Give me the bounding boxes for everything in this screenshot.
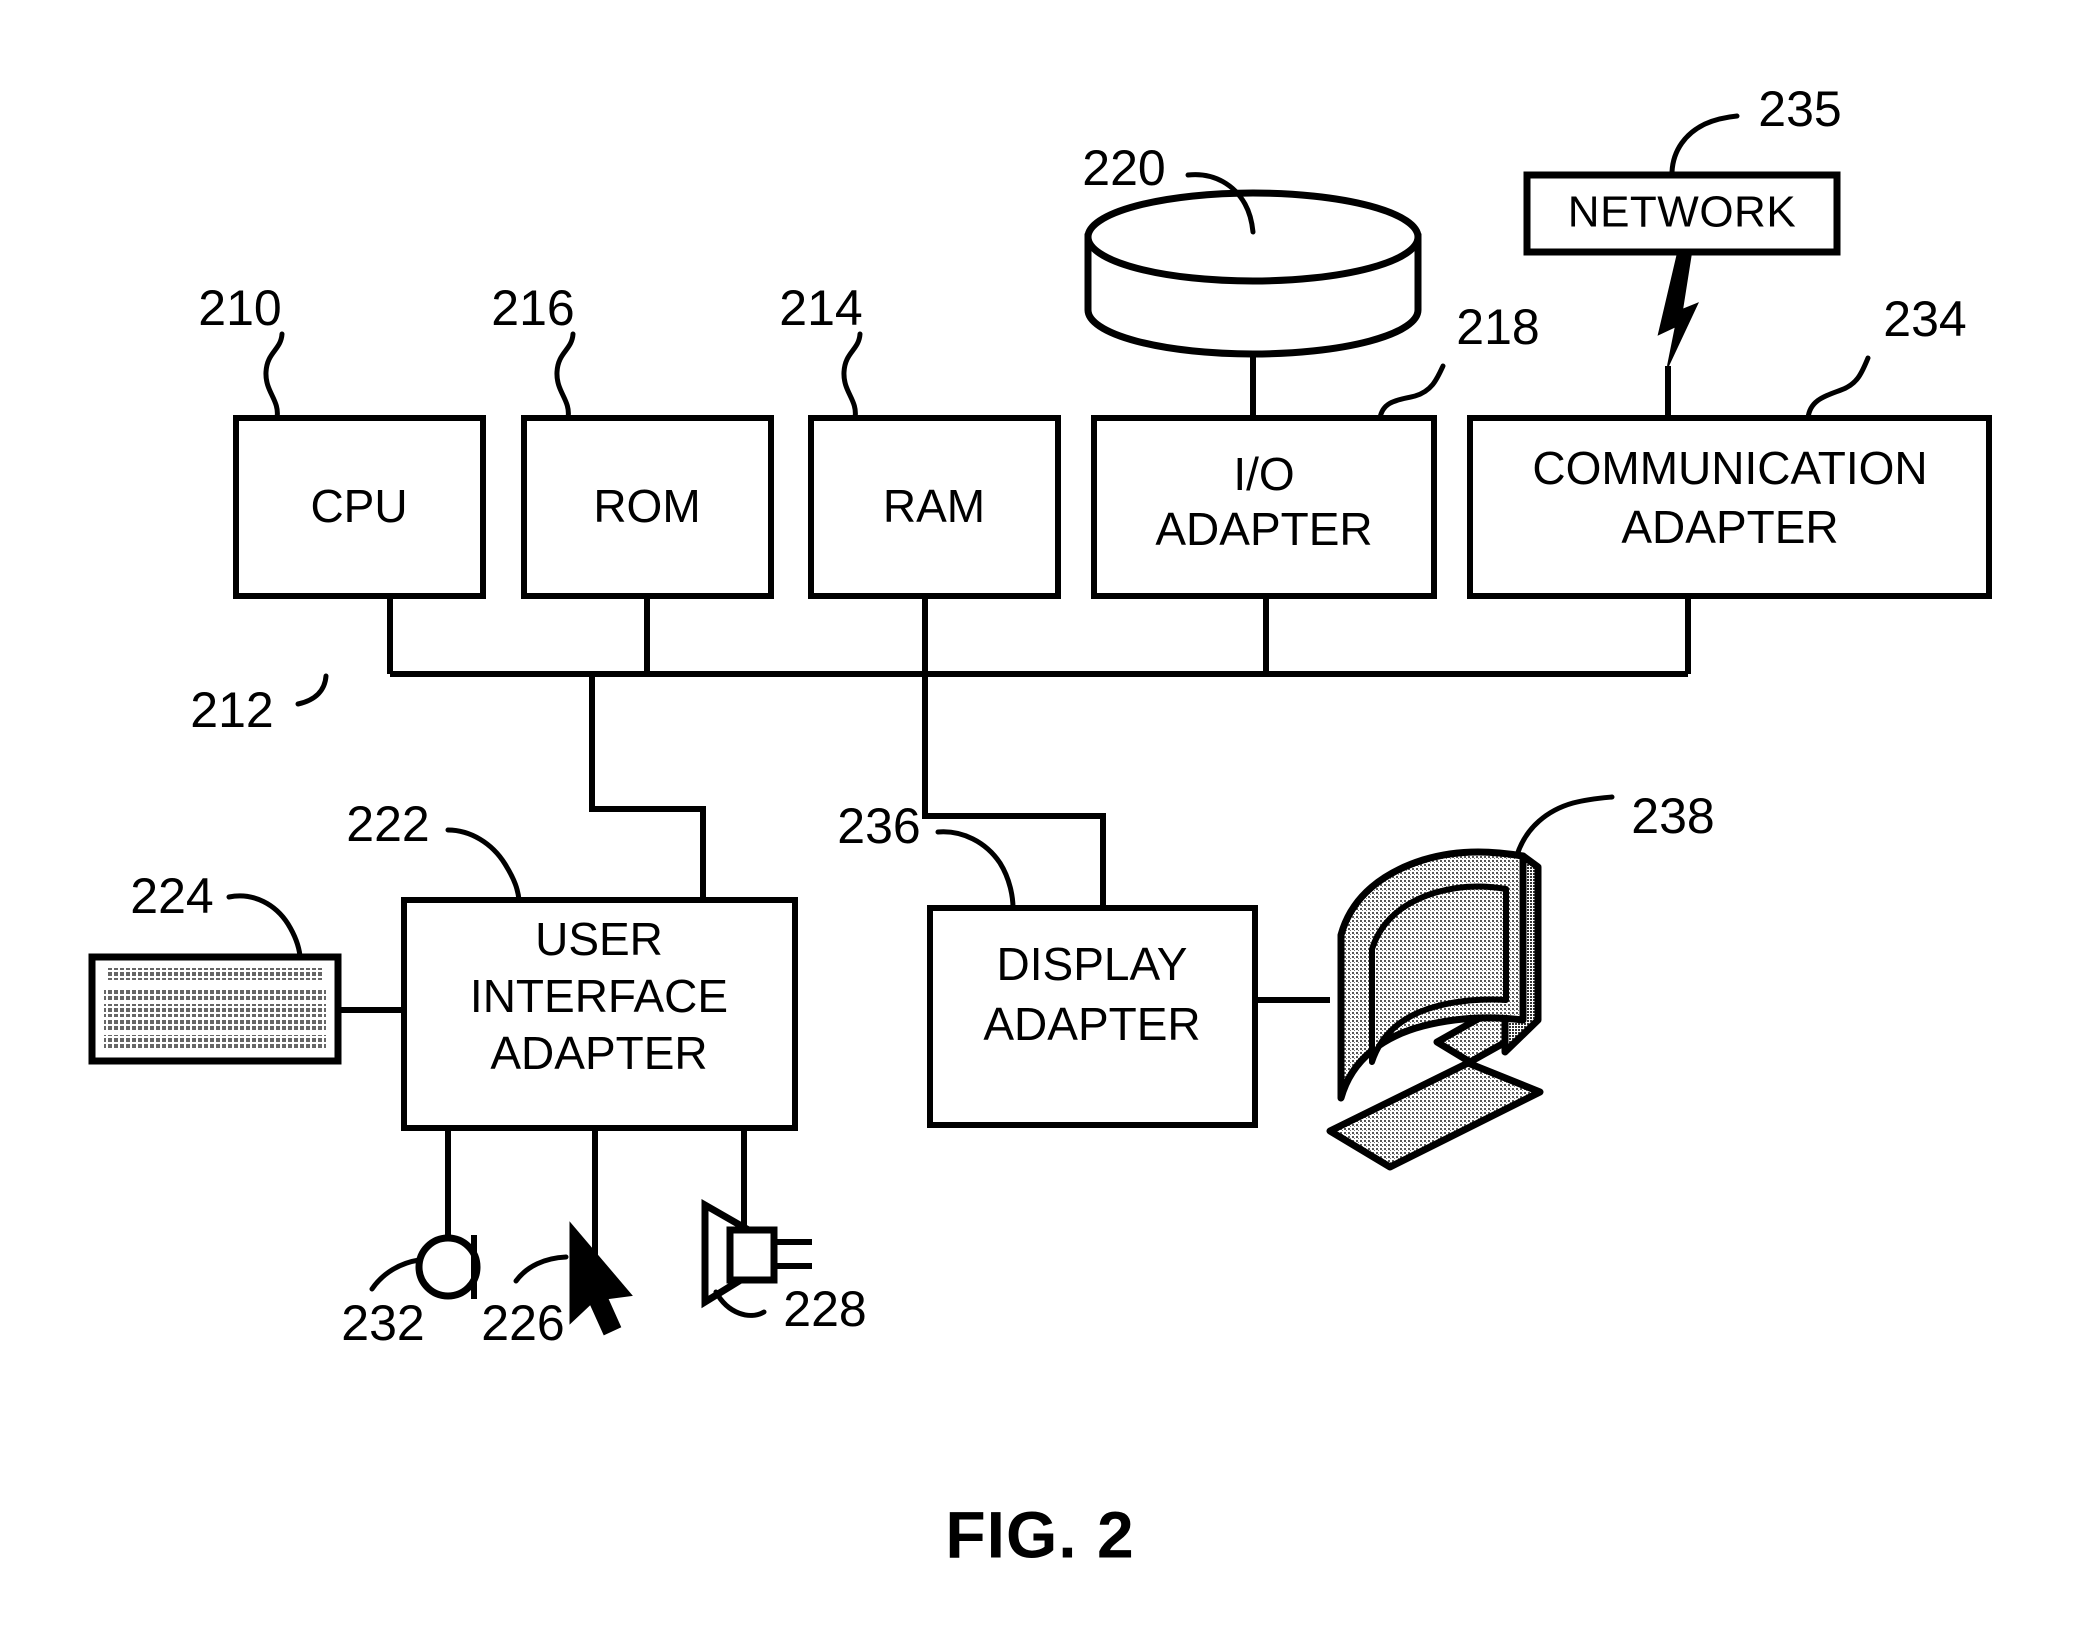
ui-adapter-label-line1: USER: [535, 913, 663, 965]
mic-ref-number: 232: [341, 1295, 424, 1351]
keyboard-keyrow: [104, 1035, 326, 1048]
keyboard-ref-leader: [226, 893, 303, 959]
rom-label: ROM: [593, 480, 700, 532]
io-ref-leader: [1377, 363, 1446, 421]
comm-ref-leader: [1805, 355, 1871, 421]
speaker-ref-leader: [713, 1289, 767, 1318]
bus-drop-display-adapter: [922, 674, 1106, 908]
cursor-ref-leader: [513, 1254, 569, 1284]
comm-adapter-label-line2: ADAPTER: [1621, 501, 1838, 553]
speaker-ref-number: 228: [783, 1281, 866, 1337]
speaker-body: [726, 1226, 778, 1284]
cursor-arrow-icon: [569, 1221, 633, 1336]
cpu-ref-number: 210: [198, 280, 281, 336]
ram-ref-number: 214: [779, 280, 862, 336]
display-adapter-ref-leader: [935, 829, 1016, 911]
ui-adapter-label-line3: ADAPTER: [490, 1027, 707, 1079]
display-monitor: 238: [1326, 788, 1715, 1171]
display-adapter-label-line2: ADAPTER: [983, 998, 1200, 1050]
network-node: NETWORK 235: [1523, 81, 1842, 418]
microphone: 232: [341, 1128, 481, 1351]
rom-ref-leader: [554, 331, 576, 421]
bus-drop-ui-adapter: [589, 674, 706, 900]
disk-storage: 220: [1082, 140, 1422, 418]
ui-adapter-ref-number: 222: [346, 796, 429, 852]
ui-adapter-label-line2: INTERFACE: [470, 970, 728, 1022]
monitor-base: [1326, 1059, 1544, 1171]
network-ref-number: 235: [1758, 81, 1841, 137]
block-cpu: CPU 210: [198, 280, 486, 599]
monitor-ref-leader: [1514, 794, 1615, 858]
patent-figure-svg: 212 CPU 210 ROM 216 RAM 214 I/O ADAPTER …: [88, 81, 1992, 1571]
bus-ref-leader: [295, 673, 329, 707]
keyboard-keyrow: [104, 1004, 326, 1017]
rom-ref-number: 216: [491, 280, 574, 336]
keyboard-ref-number: 224: [130, 868, 213, 924]
cpu-label: CPU: [310, 480, 407, 532]
network-ref-leader: [1669, 113, 1740, 175]
cpu-ref-leader: [263, 331, 285, 421]
keyboard: 224: [88, 868, 404, 1065]
mic-ref-leader: [369, 1257, 422, 1292]
block-user-interface-adapter: USER INTERFACE ADAPTER 222: [346, 796, 798, 1131]
disk-top: [1084, 189, 1422, 285]
figure-caption: FIG. 2: [945, 1497, 1134, 1571]
display-adapter-label-line1: DISPLAY: [997, 938, 1188, 990]
bus-ref-number: 212: [190, 682, 273, 738]
block-communication-adapter: COMMUNICATION ADAPTER 234: [1467, 291, 1992, 599]
keyboard-keyrow: [104, 1020, 326, 1032]
io-ref-number: 218: [1456, 299, 1539, 355]
keyboard-keyrow: [104, 988, 326, 1001]
block-rom: ROM 216: [491, 280, 774, 599]
ram-label: RAM: [883, 480, 985, 532]
lightning-bolt-icon: [1657, 252, 1699, 367]
comm-adapter-label-line1: COMMUNICATION: [1532, 442, 1927, 494]
monitor-ref-number: 238: [1631, 788, 1714, 844]
block-display-adapter: DISPLAY ADAPTER 236: [837, 798, 1330, 1128]
mouse-pointer: 226: [481, 1128, 633, 1351]
comm-ref-number: 234: [1883, 291, 1966, 347]
io-adapter-label-line1: I/O: [1233, 448, 1294, 500]
io-adapter-label-line2: ADAPTER: [1155, 503, 1372, 555]
ui-adapter-ref-leader: [445, 827, 522, 903]
speaker: 228: [701, 1128, 867, 1337]
figure-canvas: 212 CPU 210 ROM 216 RAM 214 I/O ADAPTER …: [0, 0, 2097, 1627]
ram-ref-leader: [841, 331, 863, 421]
microphone-icon: [415, 1234, 481, 1300]
block-ram: RAM 214: [779, 280, 1061, 599]
keyboard-keyrow: [108, 968, 322, 980]
display-adapter-ref-number: 236: [837, 798, 920, 854]
disk-ref-number: 220: [1082, 140, 1165, 196]
network-label: NETWORK: [1568, 188, 1796, 237]
cursor-ref-number: 226: [481, 1295, 564, 1351]
